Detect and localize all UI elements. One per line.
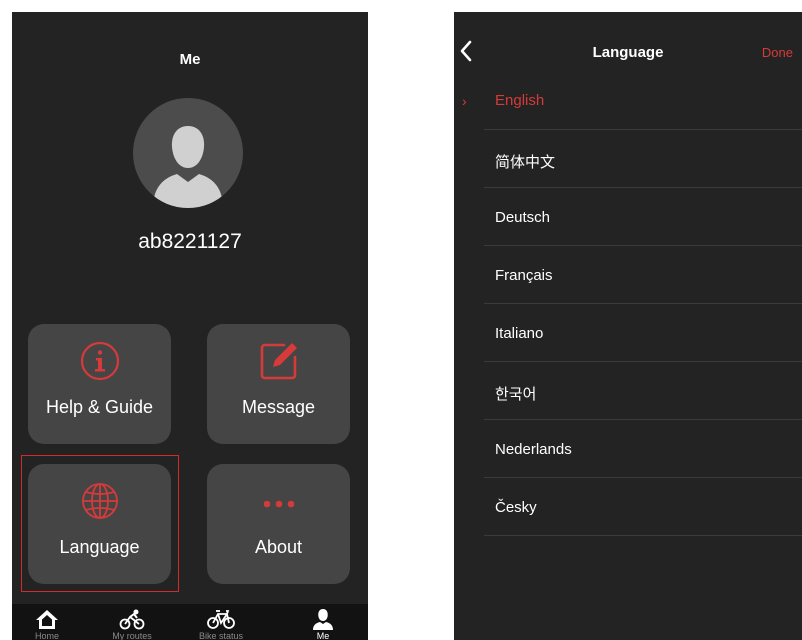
info-icon [80, 341, 119, 381]
more-dots-icon [263, 500, 294, 508]
tab-home[interactable]: Home [12, 608, 82, 640]
page-title: Language [592, 44, 664, 61]
tab-me[interactable]: Me [288, 608, 358, 640]
language-name: Česky [495, 499, 537, 516]
bike-icon [207, 610, 235, 629]
help-guide-label: Help & Guide [45, 397, 154, 417]
language-item-french[interactable]: Français [454, 246, 802, 304]
tab-bike-status-label: Bike status [198, 631, 244, 640]
about-label: About [254, 537, 303, 557]
language-item-korean[interactable]: 한국어 [454, 362, 802, 420]
language-item-czech[interactable]: Česky [454, 478, 802, 536]
language-item-dutch[interactable]: Nederlands [454, 420, 802, 478]
tab-my-routes-label: My routes [112, 631, 152, 640]
avatar[interactable] [133, 98, 243, 208]
message-label: Message [241, 397, 316, 417]
home-icon [36, 610, 58, 629]
about-tile[interactable]: About [207, 464, 350, 584]
language-name: Nederlands [495, 441, 572, 458]
person-icon [313, 609, 333, 630]
done-button[interactable]: Done [762, 45, 793, 60]
tab-me-label: Me [316, 631, 330, 640]
edit-icon [260, 343, 297, 380]
language-screen: Language Done › English 简体中文 Deutsch Fra… [454, 12, 802, 640]
selected-chevron-icon: › [462, 93, 467, 109]
language-name: Français [495, 267, 553, 284]
tab-home-label: Home [34, 631, 59, 640]
language-item-italian[interactable]: Italiano [454, 304, 802, 362]
language-name: Italiano [495, 325, 544, 342]
language-name: Deutsch [495, 209, 551, 226]
tab-bike-status[interactable]: Bike status [186, 608, 256, 640]
language-tile-highlight [21, 455, 179, 592]
page-title: Me [179, 51, 201, 68]
language-name: 한국어 [495, 386, 537, 403]
language-name: English [495, 92, 545, 109]
me-screen: Me ab8221127 Help & Guide Message Langua… [12, 12, 368, 640]
divider [484, 535, 802, 536]
message-tile[interactable]: Message [207, 324, 350, 444]
username: ab8221127 [138, 230, 242, 253]
tab-my-routes[interactable]: My routes [97, 608, 167, 640]
tab-bar: Home My routes Bike status Me [12, 604, 368, 640]
cyclist-icon [119, 609, 145, 630]
language-item-german[interactable]: Deutsch [454, 188, 802, 246]
person-icon [153, 126, 223, 208]
language-name: 简体中文 [495, 154, 556, 171]
help-guide-tile[interactable]: Help & Guide [28, 324, 171, 444]
language-item-chinese[interactable]: 简体中文 [454, 130, 802, 188]
language-list: › English 简体中文 Deutsch Français Italiano… [454, 71, 802, 536]
language-item-english[interactable]: › English [454, 71, 802, 130]
